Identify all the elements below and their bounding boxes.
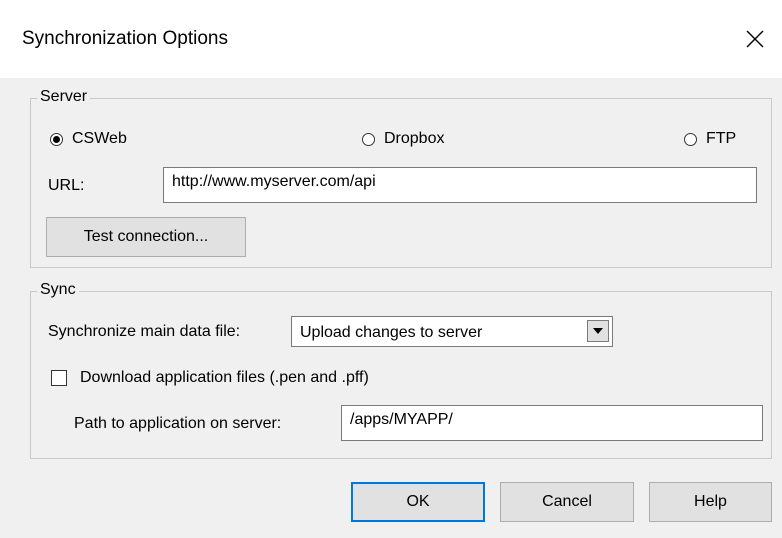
- main-file-select[interactable]: Upload changes to server: [291, 316, 613, 347]
- radio-dropbox-indicator: [362, 132, 375, 146]
- close-icon: [746, 30, 764, 48]
- radio-dropbox[interactable]: Dropbox: [362, 130, 444, 148]
- cancel-button[interactable]: Cancel: [500, 482, 634, 522]
- radio-ftp[interactable]: FTP: [684, 130, 736, 148]
- test-connection-button[interactable]: Test connection...: [46, 217, 246, 257]
- radio-ftp-label: FTP: [706, 130, 737, 147]
- title-bar: Synchronization Options: [0, 0, 782, 78]
- radio-dropbox-label: Dropbox: [384, 130, 445, 147]
- close-button[interactable]: [738, 22, 772, 56]
- radio-csweb-label: CSWeb: [72, 130, 127, 147]
- dropdown-arrow-icon: [593, 328, 603, 334]
- download-label: Download application files (.pen and .pf…: [80, 369, 369, 386]
- radio-ftp-indicator: [684, 132, 697, 146]
- url-input[interactable]: http://www.myserver.com/api: [163, 167, 757, 203]
- path-input[interactable]: /apps/MYAPP/: [341, 405, 763, 441]
- ok-button[interactable]: OK: [351, 482, 485, 522]
- radio-csweb-indicator: [50, 132, 63, 146]
- help-button[interactable]: Help: [649, 482, 772, 522]
- main-file-select-value: Upload changes to server: [300, 324, 483, 341]
- download-checkbox[interactable]: [51, 370, 67, 386]
- url-label: URL:: [48, 177, 85, 194]
- radio-csweb[interactable]: CSWeb: [50, 130, 127, 148]
- dropdown-button[interactable]: [587, 320, 609, 342]
- main-file-label: Synchronize main data file:: [48, 323, 241, 340]
- sync-group-label: Sync: [37, 281, 79, 299]
- path-label: Path to application on server:: [74, 415, 282, 432]
- server-group-label: Server: [37, 88, 91, 106]
- synchronization-options-dialog: Synchronization Options Server CSWeb Dro…: [0, 0, 782, 538]
- dialog-title: Synchronization Options: [22, 28, 228, 49]
